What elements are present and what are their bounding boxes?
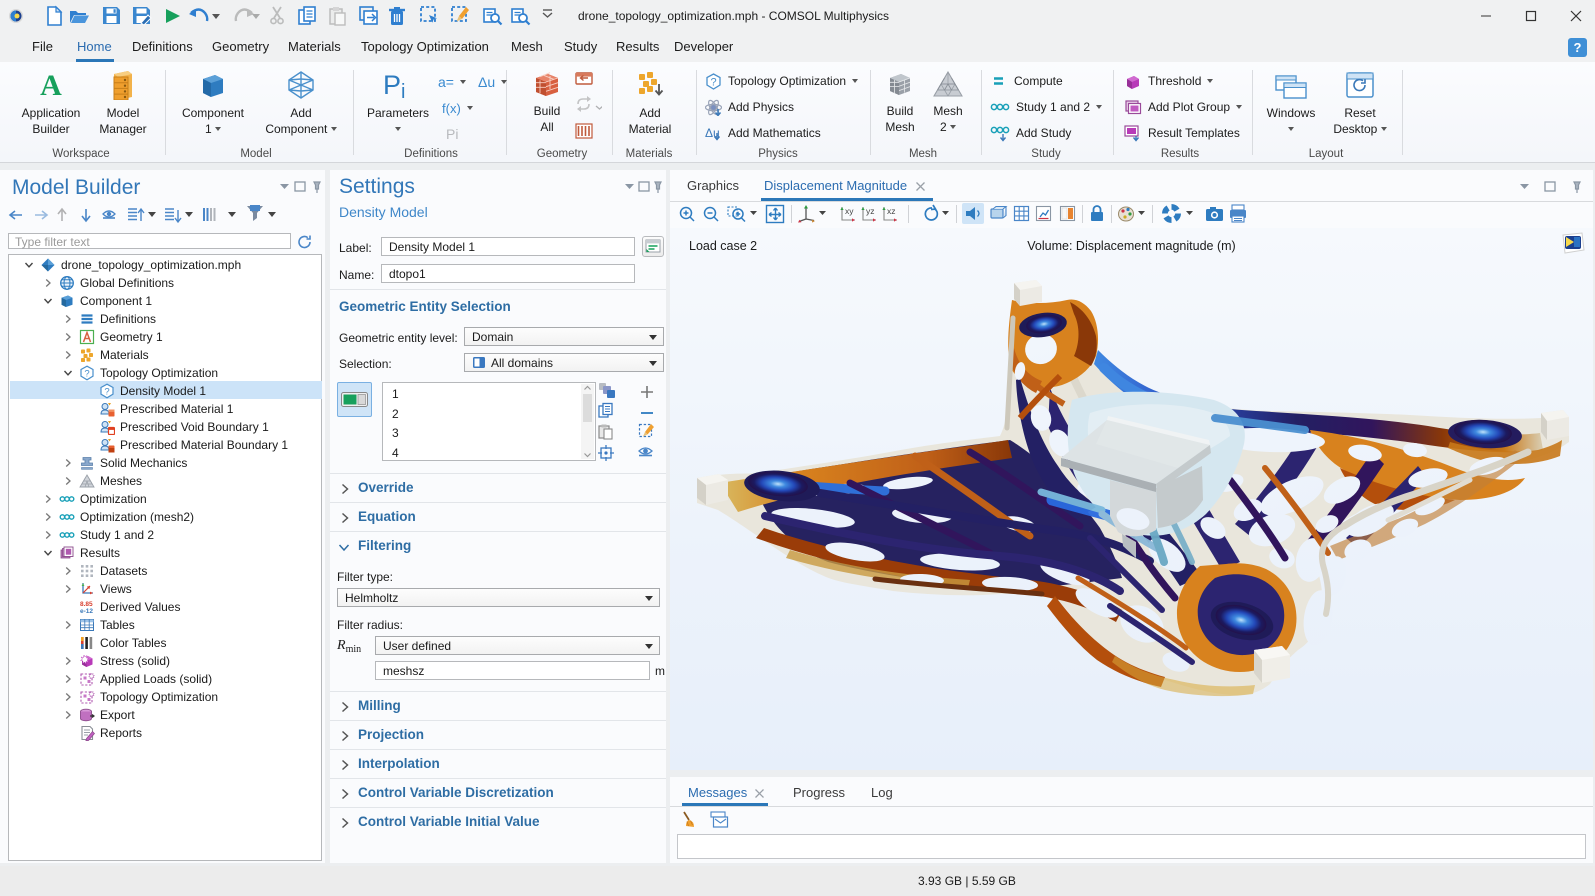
- svg-text:xz: xz: [887, 206, 896, 216]
- svg-text:A: A: [40, 70, 62, 100]
- svg-text:yz: yz: [866, 206, 875, 216]
- svg-text:?: ?: [84, 369, 89, 380]
- svg-text:?: ?: [710, 76, 716, 88]
- svg-text:xy: xy: [845, 206, 854, 216]
- svg-text:i: i: [401, 81, 405, 100]
- svg-text:P: P: [383, 70, 401, 100]
- svg-text:e-12: e-12: [80, 608, 93, 615]
- svg-text:?: ?: [104, 387, 109, 398]
- svg-text:8.85: 8.85: [80, 601, 93, 608]
